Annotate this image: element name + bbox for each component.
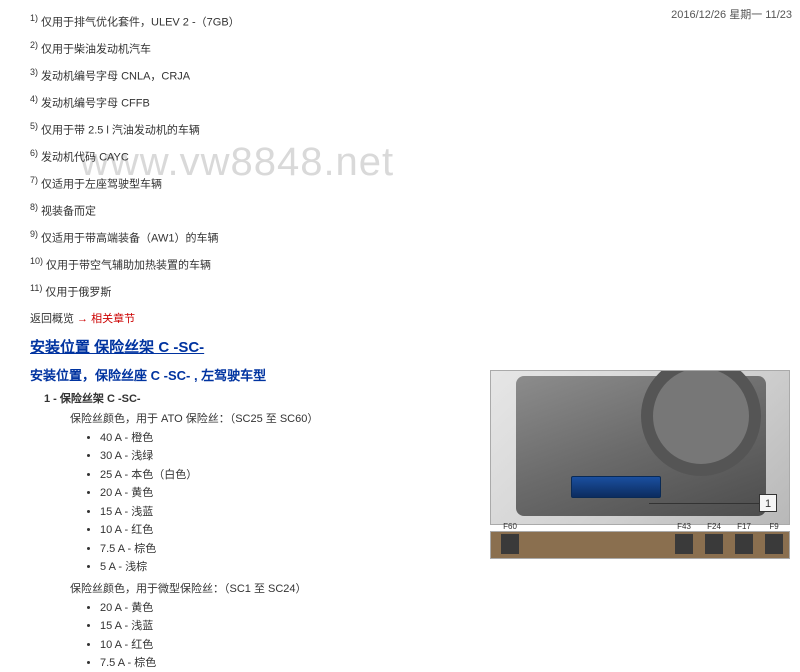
list-item: 15 A - 浅蓝 [100,504,800,521]
ato-fuse-list: 40 A - 橙色 30 A - 浅绿 25 A - 本色（白色） 20 A -… [100,430,800,576]
list-item: 20 A - 黄色 [100,600,800,617]
list-item: 10 A - 红色 [100,637,800,654]
list-item: 30 A - 浅绿 [100,448,800,465]
list-item: 7.5 A - 棕色 [100,541,800,558]
list-item: 40 A - 橙色 [100,430,800,447]
footnote-7: 7)仅适用于左座驾驶型车辆 [30,174,800,193]
footnote-2: 2)仅用于柴油发动机汽车 [30,39,800,58]
list-item: 25 A - 本色（白色） [100,467,800,484]
list-item: 5 A - 浅棕 [100,559,800,576]
footnote-5: 5)仅用于带 2.5 l 汽油发动机的车辆 [30,120,800,139]
footnote-4: 4)发动机编号字母 CFFB [30,93,800,112]
footnote-list: 1)仅用于排气优化套件，ULEV 2 -（7GB） 2)仅用于柴油发动机汽车 3… [30,12,800,302]
main-content: 1)仅用于排气优化套件，ULEV 2 -（7GB） 2)仅用于柴油发动机汽车 3… [30,12,800,672]
list-item: 7.5 A - 棕色 [100,655,800,672]
footnote-6: 6)发动机代码 CAYC [30,147,800,166]
mini-fuse-desc: 保险丝颜色，用于微型保险丝：（SC1 至 SC24） [70,580,800,596]
ato-fuse-desc: 保险丝颜色，用于 ATO 保险丝：（SC25 至 SC60） [70,410,800,426]
mini-fuse-list: 20 A - 黄色 15 A - 浅蓝 10 A - 红色 7.5 A - 棕色 [100,600,800,672]
item-1-heading: 1 - 保险丝架 C -SC- [44,390,800,406]
list-item: 20 A - 黄色 [100,485,800,502]
related-chapter-link[interactable]: → 相关章节 [74,313,135,325]
list-item: 15 A - 浅蓝 [100,618,800,635]
sub-heading: 安装位置，保险丝座 C -SC- , 左驾驶车型 [30,365,800,384]
footnote-3: 3)发动机编号字母 CNLA，CRJA [30,66,800,85]
footnote-10: 10)仅用于带空气辅助加热装置的车辆 [30,255,800,274]
footnote-8: 8)视装备而定 [30,201,800,220]
footnote-11: 11)仅用于俄罗斯 [30,282,800,301]
back-to-overview: 返回概览 → 相关章节 [30,310,800,326]
back-label: 返回概览 [30,313,74,325]
footnote-9: 9)仅适用于带高端装备（AW1）的车辆 [30,228,800,247]
list-item: 10 A - 红色 [100,522,800,539]
section-heading: 安装位置 保险丝架 C -SC- [30,336,800,357]
footnote-1: 1)仅用于排气优化套件，ULEV 2 -（7GB） [30,12,800,31]
